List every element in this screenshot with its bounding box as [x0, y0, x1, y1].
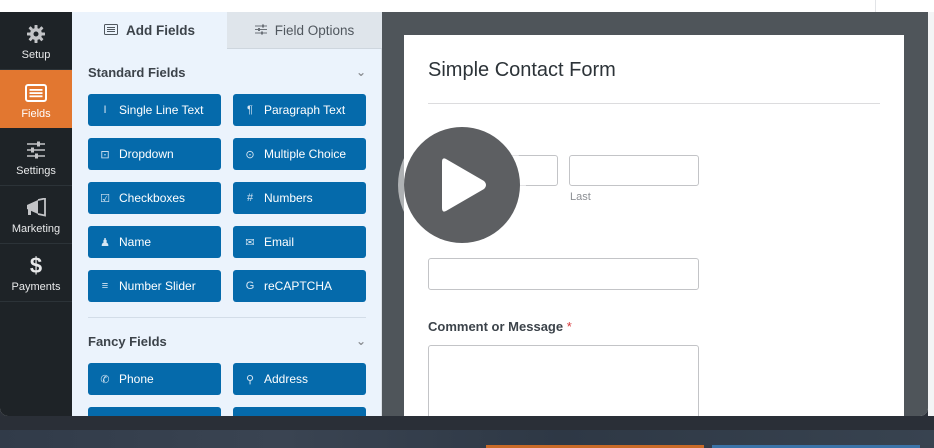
- checkbox-icon: ☑: [100, 192, 110, 205]
- field-button-phone[interactable]: ✆ Phone: [88, 363, 221, 395]
- sidebar-item-label: Marketing: [11, 223, 61, 235]
- sidebar-item-settings[interactable]: Settings: [0, 128, 72, 186]
- sidebar-item-label: Payments: [11, 281, 61, 293]
- comment-label: Comment or Message *: [428, 319, 572, 334]
- required-asterisk: *: [566, 319, 572, 334]
- tab-field-options[interactable]: Field Options: [227, 12, 382, 49]
- field-button-label: Paragraph Text: [264, 103, 346, 117]
- envelope-icon: ✉: [245, 236, 255, 249]
- form-title: Simple Contact Form: [428, 59, 616, 81]
- bottom-background-strip: [0, 416, 934, 448]
- section-title: Fancy Fields: [88, 333, 167, 349]
- fields-list-icon: [25, 83, 47, 103]
- tab-add-fields[interactable]: Add Fields: [72, 12, 227, 49]
- last-name-field[interactable]: [569, 155, 699, 186]
- tab-label: Field Options: [274, 22, 355, 38]
- sidebar-item-label: Fields: [21, 108, 51, 120]
- field-button-label: Address: [264, 372, 309, 386]
- field-button-email[interactable]: ✉ Email: [233, 226, 366, 258]
- field-button-recaptcha[interactable]: G reCAPTCHA: [233, 270, 366, 302]
- sidebar-item-label: Setup: [21, 49, 51, 61]
- sidebar-item-marketing[interactable]: Marketing: [0, 186, 72, 244]
- hash-icon: #: [246, 192, 254, 204]
- top-header-strip: [0, 0, 934, 12]
- fancy-fields-header[interactable]: Fancy Fields ⌄: [88, 331, 366, 351]
- dropdown-icon: ⊡: [100, 148, 110, 161]
- play-icon: [442, 158, 486, 212]
- play-button-disc: [404, 127, 520, 243]
- field-button-address[interactable]: ⚲ Address: [233, 363, 366, 395]
- panel-tabs: Add Fields Field Options: [72, 12, 382, 49]
- google-icon: G: [245, 280, 255, 292]
- field-button-label: reCAPTCHA: [264, 279, 333, 293]
- last-name-sublabel: Last: [570, 191, 591, 203]
- sidebar-item-payments[interactable]: $ Payments: [0, 244, 72, 302]
- field-button-checkboxes[interactable]: ☑ Checkboxes: [88, 182, 221, 214]
- sliders-icon: [26, 140, 46, 160]
- field-button-multiple-choice[interactable]: ⊙ Multiple Choice: [233, 138, 366, 170]
- pilcrow-icon: ¶: [247, 104, 253, 116]
- comment-textarea[interactable]: [428, 345, 699, 416]
- megaphone-icon: [25, 198, 47, 218]
- field-button-label: Dropdown: [119, 147, 174, 161]
- chevron-down-icon: ⌄: [355, 334, 366, 348]
- field-button-numbers[interactable]: # Numbers: [233, 182, 366, 214]
- phone-icon: ✆: [100, 373, 110, 386]
- list-icon: [103, 23, 118, 38]
- user-icon: ♟: [100, 236, 110, 249]
- section-title: Standard Fields: [88, 64, 186, 80]
- field-button-name[interactable]: ♟ Name: [88, 226, 221, 258]
- slider-icon: ≡: [101, 280, 109, 292]
- map-pin-icon: ⚲: [245, 373, 255, 386]
- dollar-icon: $: [29, 253, 43, 278]
- field-button-label: Name: [119, 235, 152, 249]
- sidebar-item-label: Settings: [16, 165, 56, 177]
- field-button-label: Multiple Choice: [264, 147, 347, 161]
- video-play-button[interactable]: [398, 121, 526, 249]
- sidebar-item-setup[interactable]: Setup: [0, 12, 72, 70]
- fields-panel: Add Fields Field Options Standard Fields…: [72, 12, 382, 416]
- field-button-number-slider[interactable]: ≡ Number Slider: [88, 270, 221, 302]
- field-button-label: Numbers: [264, 191, 313, 205]
- builder-sidebar: Setup Fields Settings Marketing $ Paymen…: [0, 12, 72, 416]
- field-button-paragraph-text[interactable]: ¶ Paragraph Text: [233, 94, 366, 126]
- field-button-label: Checkboxes: [119, 191, 186, 205]
- gear-icon: [26, 24, 46, 44]
- standard-fields-header[interactable]: Standard Fields ⌄: [88, 62, 366, 82]
- form-title-divider: [428, 103, 880, 104]
- field-button-single-line-text[interactable]: I Single Line Text: [88, 94, 221, 126]
- field-button-label: Email: [264, 235, 295, 249]
- field-button-label: Single Line Text: [119, 103, 204, 117]
- field-button-label: Phone: [119, 372, 154, 386]
- comment-label-text: Comment or Message: [428, 319, 564, 334]
- radio-icon: ⊙: [245, 148, 255, 161]
- sidebar-item-fields[interactable]: Fields: [0, 70, 72, 128]
- field-button-dropdown[interactable]: ⊡ Dropdown: [88, 138, 221, 170]
- chevron-down-icon: ⌄: [355, 65, 366, 79]
- tab-label: Add Fields: [125, 23, 195, 38]
- header-divider: [875, 0, 876, 12]
- email-field[interactable]: [428, 258, 699, 290]
- window-right-edge: [928, 12, 934, 416]
- section-divider: [88, 317, 366, 318]
- field-button-partial[interactable]: [88, 407, 221, 416]
- text-cursor-icon: I: [103, 104, 107, 116]
- field-button-label: Number Slider: [119, 279, 196, 293]
- field-button-partial[interactable]: [233, 407, 366, 416]
- sliders-icon: [254, 23, 267, 38]
